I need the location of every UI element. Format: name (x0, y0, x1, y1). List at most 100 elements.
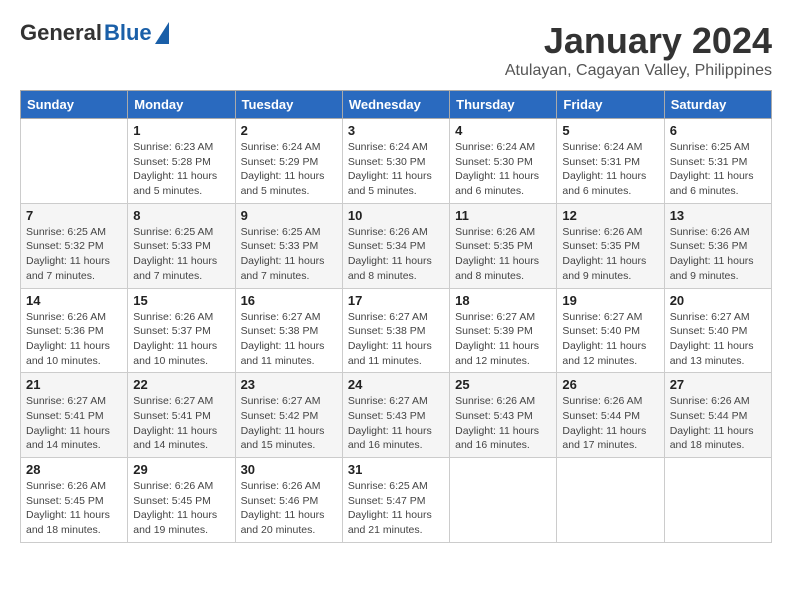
day-info: Sunrise: 6:25 AM Sunset: 5:33 PM Dayligh… (133, 225, 229, 284)
col-header-monday: Monday (128, 91, 235, 119)
day-info: Sunrise: 6:27 AM Sunset: 5:39 PM Dayligh… (455, 310, 551, 369)
calendar-cell: 20 Sunrise: 6:27 AM Sunset: 5:40 PM Dayli… (664, 288, 771, 373)
day-info: Sunrise: 6:26 AM Sunset: 5:36 PM Dayligh… (670, 225, 766, 284)
calendar-cell: 8Sunrise: 6:25 AM Sunset: 5:33 PM Daylig… (128, 203, 235, 288)
calendar-cell: 31 Sunrise: 6:25 AM Sunset: 5:47 PM Dayli… (342, 458, 449, 543)
day-info: Sunrise: 6:25 AM Sunset: 5:32 PM Dayligh… (26, 225, 122, 284)
day-number: 31 (348, 462, 444, 477)
day-number: 11 (455, 208, 551, 223)
day-number: 30 (241, 462, 337, 477)
calendar-cell (664, 458, 771, 543)
day-number: 20 (670, 293, 766, 308)
day-info: Sunrise: 6:25 AM Sunset: 5:33 PM Dayligh… (241, 225, 337, 284)
calendar-cell: 5 Sunrise: 6:24 AM Sunset: 5:31 PM Daylig… (557, 119, 664, 204)
calendar-cell: 23Sunrise: 6:27 AM Sunset: 5:42 PM Dayli… (235, 373, 342, 458)
day-info: Sunrise: 6:25 AM Sunset: 5:47 PM Dayligh… (348, 479, 444, 538)
day-number: 10 (348, 208, 444, 223)
calendar-cell: 24Sunrise: 6:27 AM Sunset: 5:43 PM Dayli… (342, 373, 449, 458)
day-number: 29 (133, 462, 229, 477)
day-number: 21 (26, 377, 122, 392)
day-info: Sunrise: 6:27 AM Sunset: 5:40 PM Dayligh… (562, 310, 658, 369)
calendar-cell: 27 Sunrise: 6:26 AM Sunset: 5:44 PM Dayli… (664, 373, 771, 458)
day-info: Sunrise: 6:26 AM Sunset: 5:36 PM Dayligh… (26, 310, 122, 369)
day-number: 1 (133, 123, 229, 138)
col-header-thursday: Thursday (450, 91, 557, 119)
col-header-wednesday: Wednesday (342, 91, 449, 119)
calendar-cell (557, 458, 664, 543)
day-number: 19 (562, 293, 658, 308)
day-number: 7 (26, 208, 122, 223)
day-info: Sunrise: 6:27 AM Sunset: 5:38 PM Dayligh… (348, 310, 444, 369)
calendar-cell: 9 Sunrise: 6:25 AM Sunset: 5:33 PM Daylig… (235, 203, 342, 288)
calendar-cell: 30 Sunrise: 6:26 AM Sunset: 5:46 PM Dayli… (235, 458, 342, 543)
day-number: 5 (562, 123, 658, 138)
logo-blue: Blue (104, 20, 152, 46)
day-info: Sunrise: 6:26 AM Sunset: 5:37 PM Dayligh… (133, 310, 229, 369)
day-info: Sunrise: 6:27 AM Sunset: 5:40 PM Dayligh… (670, 310, 766, 369)
day-number: 18 (455, 293, 551, 308)
day-info: Sunrise: 6:26 AM Sunset: 5:43 PM Dayligh… (455, 394, 551, 453)
calendar-cell: 17 Sunrise: 6:27 AM Sunset: 5:38 PM Dayli… (342, 288, 449, 373)
day-info: Sunrise: 6:24 AM Sunset: 5:30 PM Dayligh… (348, 140, 444, 199)
calendar-cell: 18 Sunrise: 6:27 AM Sunset: 5:39 PM Dayli… (450, 288, 557, 373)
calendar-cell: 4Sunrise: 6:24 AM Sunset: 5:30 PM Daylig… (450, 119, 557, 204)
calendar-cell: 7 Sunrise: 6:25 AM Sunset: 5:32 PM Daylig… (21, 203, 128, 288)
week-row-5: 28 Sunrise: 6:26 AM Sunset: 5:45 PM Dayli… (21, 458, 772, 543)
day-info: Sunrise: 6:27 AM Sunset: 5:42 PM Dayligh… (241, 394, 337, 453)
week-row-3: 14 Sunrise: 6:26 AM Sunset: 5:36 PM Dayli… (21, 288, 772, 373)
day-info: Sunrise: 6:27 AM Sunset: 5:38 PM Dayligh… (241, 310, 337, 369)
day-info: Sunrise: 6:26 AM Sunset: 5:35 PM Dayligh… (562, 225, 658, 284)
day-number: 25 (455, 377, 551, 392)
day-number: 17 (348, 293, 444, 308)
day-info: Sunrise: 6:25 AM Sunset: 5:31 PM Dayligh… (670, 140, 766, 199)
calendar-cell: 12 Sunrise: 6:26 AM Sunset: 5:35 PM Dayli… (557, 203, 664, 288)
calendar-cell: 28 Sunrise: 6:26 AM Sunset: 5:45 PM Dayli… (21, 458, 128, 543)
day-number: 4 (455, 123, 551, 138)
calendar-cell: 3 Sunrise: 6:24 AM Sunset: 5:30 PM Daylig… (342, 119, 449, 204)
day-number: 12 (562, 208, 658, 223)
day-number: 16 (241, 293, 337, 308)
day-info: Sunrise: 6:26 AM Sunset: 5:45 PM Dayligh… (133, 479, 229, 538)
day-number: 27 (670, 377, 766, 392)
calendar-cell (450, 458, 557, 543)
calendar-cell (21, 119, 128, 204)
day-info: Sunrise: 6:26 AM Sunset: 5:44 PM Dayligh… (670, 394, 766, 453)
calendar-cell: 2Sunrise: 6:24 AM Sunset: 5:29 PM Daylig… (235, 119, 342, 204)
calendar-header-row: SundayMondayTuesdayWednesdayThursdayFrid… (21, 91, 772, 119)
day-info: Sunrise: 6:24 AM Sunset: 5:31 PM Dayligh… (562, 140, 658, 199)
col-header-friday: Friday (557, 91, 664, 119)
calendar-cell: 13Sunrise: 6:26 AM Sunset: 5:36 PM Dayli… (664, 203, 771, 288)
calendar-cell: 15 Sunrise: 6:26 AM Sunset: 5:37 PM Dayli… (128, 288, 235, 373)
day-info: Sunrise: 6:23 AM Sunset: 5:28 PM Dayligh… (133, 140, 229, 199)
calendar-cell: 14 Sunrise: 6:26 AM Sunset: 5:36 PM Dayli… (21, 288, 128, 373)
calendar-table: SundayMondayTuesdayWednesdayThursdayFrid… (20, 90, 772, 543)
col-header-sunday: Sunday (21, 91, 128, 119)
location: Atulayan, Cagayan Valley, Philippines (505, 62, 772, 80)
calendar-cell: 16 Sunrise: 6:27 AM Sunset: 5:38 PM Dayli… (235, 288, 342, 373)
calendar-cell: 21Sunrise: 6:27 AM Sunset: 5:41 PM Dayli… (21, 373, 128, 458)
day-number: 9 (241, 208, 337, 223)
week-row-2: 7 Sunrise: 6:25 AM Sunset: 5:32 PM Daylig… (21, 203, 772, 288)
calendar-cell: 25 Sunrise: 6:26 AM Sunset: 5:43 PM Dayli… (450, 373, 557, 458)
day-number: 28 (26, 462, 122, 477)
day-info: Sunrise: 6:26 AM Sunset: 5:46 PM Dayligh… (241, 479, 337, 538)
day-info: Sunrise: 6:26 AM Sunset: 5:34 PM Dayligh… (348, 225, 444, 284)
day-info: Sunrise: 6:27 AM Sunset: 5:41 PM Dayligh… (133, 394, 229, 453)
day-info: Sunrise: 6:27 AM Sunset: 5:43 PM Dayligh… (348, 394, 444, 453)
week-row-4: 21 Sunrise: 6:27 AM Sunset: 5:41 PM Dayli… (21, 373, 772, 458)
month-title: January 2024 (505, 20, 772, 62)
day-info: Sunrise: 6:26 AM Sunset: 5:45 PM Dayligh… (26, 479, 122, 538)
logo-general: General (20, 20, 102, 46)
col-header-saturday: Saturday (664, 91, 771, 119)
day-number: 3 (348, 123, 444, 138)
calendar-cell: 1 Sunrise: 6:23 AM Sunset: 5:28 PM Daylig… (128, 119, 235, 204)
day-number: 14 (26, 293, 122, 308)
calendar-cell: 10 Sunrise: 6:26 AM Sunset: 5:34 PM Dayli… (342, 203, 449, 288)
calendar-cell: 26Sunrise: 6:26 AM Sunset: 5:44 PM Dayli… (557, 373, 664, 458)
day-number: 15 (133, 293, 229, 308)
title-block: January 2024 Atulayan, Cagayan Valley, P… (505, 20, 772, 80)
logo-chevron-icon (155, 22, 169, 44)
day-number: 22 (133, 377, 229, 392)
day-number: 2 (241, 123, 337, 138)
calendar-cell: 19 Sunrise: 6:27 AM Sunset: 5:40 PM Dayli… (557, 288, 664, 373)
